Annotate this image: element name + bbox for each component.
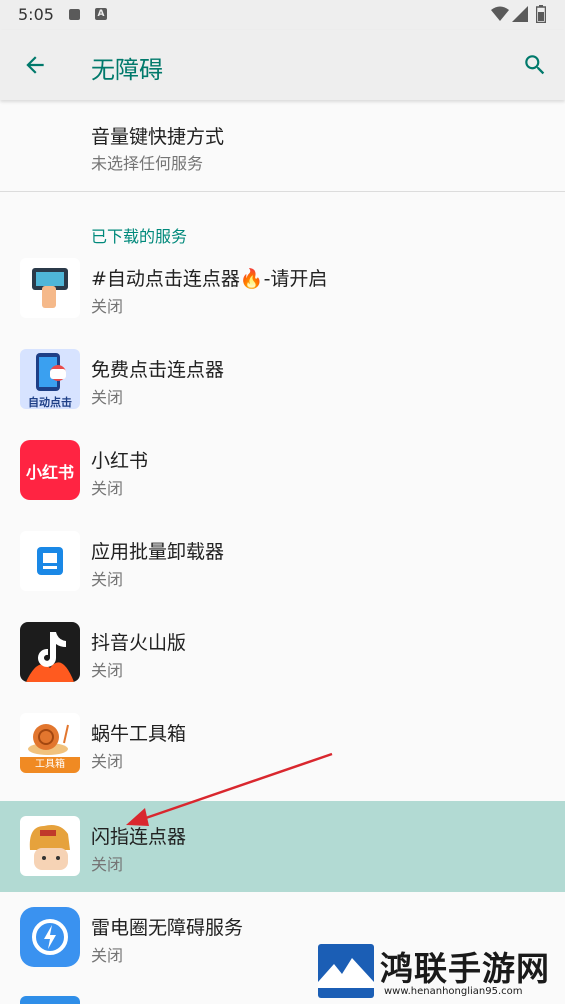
service-item-snail-toolbox[interactable]: 工具箱 蜗牛工具箱 关闭 — [0, 698, 565, 789]
free-clicker-icon-caption: 自动点击 — [28, 396, 72, 409]
snail-toolbox-icon-caption: 工具箱 — [20, 757, 80, 773]
snail-toolbox-app-icon: 工具箱 — [20, 713, 80, 773]
page-title: 无障碍 — [91, 56, 163, 84]
shortcut-subtitle: 未选择任何服务 — [91, 154, 204, 173]
xiaohongshu-app-icon: 小红书 — [20, 440, 80, 500]
free-clicker-app-icon: 自动点击 — [20, 349, 80, 409]
service-name: #自动点击连点器🔥-请开启 — [91, 268, 328, 290]
watermark-title: 鸿联手游网 — [380, 949, 550, 988]
service-item-batch-uninstaller[interactable]: 应用批量卸载器 关闭 — [0, 516, 565, 607]
service-name: 抖音火山版 — [91, 632, 187, 654]
service-status: 关闭 — [91, 297, 124, 316]
section-divider — [0, 191, 565, 192]
service-status: 关闭 — [91, 946, 124, 965]
service-status: 关闭 — [91, 661, 124, 680]
douyin-huoshan-app-icon — [20, 622, 80, 682]
leidianquan-app-icon — [20, 907, 80, 967]
service-item-xiaohongshu[interactable]: 小红书 小红书 关闭 — [0, 425, 565, 516]
next-app-icon-partial — [20, 996, 80, 1004]
status-time: 5:05 — [18, 5, 54, 24]
service-name: 雷电圈无障碍服务 — [91, 917, 244, 939]
volume-key-shortcut-item[interactable]: 音量键快捷方式 未选择任何服务 — [0, 102, 565, 190]
back-arrow-icon[interactable] — [22, 52, 48, 78]
notification-a-icon: A — [95, 8, 107, 20]
service-name: 小红书 — [91, 450, 149, 472]
notification-square-icon — [69, 9, 80, 20]
service-item-free-clicker[interactable]: 自动点击 免费点击连点器 关闭 — [0, 334, 565, 425]
xiaohongshu-icon-text: 小红书 — [25, 463, 74, 482]
shortcut-title: 音量键快捷方式 — [91, 126, 225, 148]
status-bar: 5:05 A — [0, 0, 565, 30]
batch-uninstaller-app-icon — [20, 531, 80, 591]
flash-finger-app-icon — [20, 816, 80, 876]
service-status: 关闭 — [91, 479, 124, 498]
auto-clicker-app-icon — [20, 258, 80, 318]
service-status: 关闭 — [91, 752, 124, 771]
service-status: 关闭 — [91, 570, 124, 589]
service-item-douyin-huoshan[interactable]: 抖音火山版 关闭 — [0, 607, 565, 698]
service-name: 蜗牛工具箱 — [91, 723, 187, 745]
watermark-url: www.henanhonglian95.com — [384, 986, 523, 997]
battery-icon — [536, 5, 546, 23]
search-icon[interactable] — [522, 52, 548, 78]
cell-signal-icon — [512, 6, 528, 22]
service-name: 应用批量卸载器 — [91, 541, 225, 563]
service-item-flash-finger-clicker[interactable]: 闪指连点器 关闭 — [0, 801, 565, 892]
wifi-icon — [491, 6, 509, 21]
service-status: 关闭 — [91, 855, 124, 874]
service-name: 免费点击连点器 — [91, 359, 225, 381]
service-item-auto-clicker[interactable]: #自动点击连点器🔥-请开启 关闭 — [0, 243, 565, 334]
app-bar: 无障碍 — [0, 30, 565, 100]
watermark: 鸿联手游网 www.henanhonglian95.com — [318, 942, 563, 1000]
service-name: 闪指连点器 — [91, 826, 187, 848]
service-status: 关闭 — [91, 388, 124, 407]
watermark-logo-icon — [318, 944, 374, 998]
